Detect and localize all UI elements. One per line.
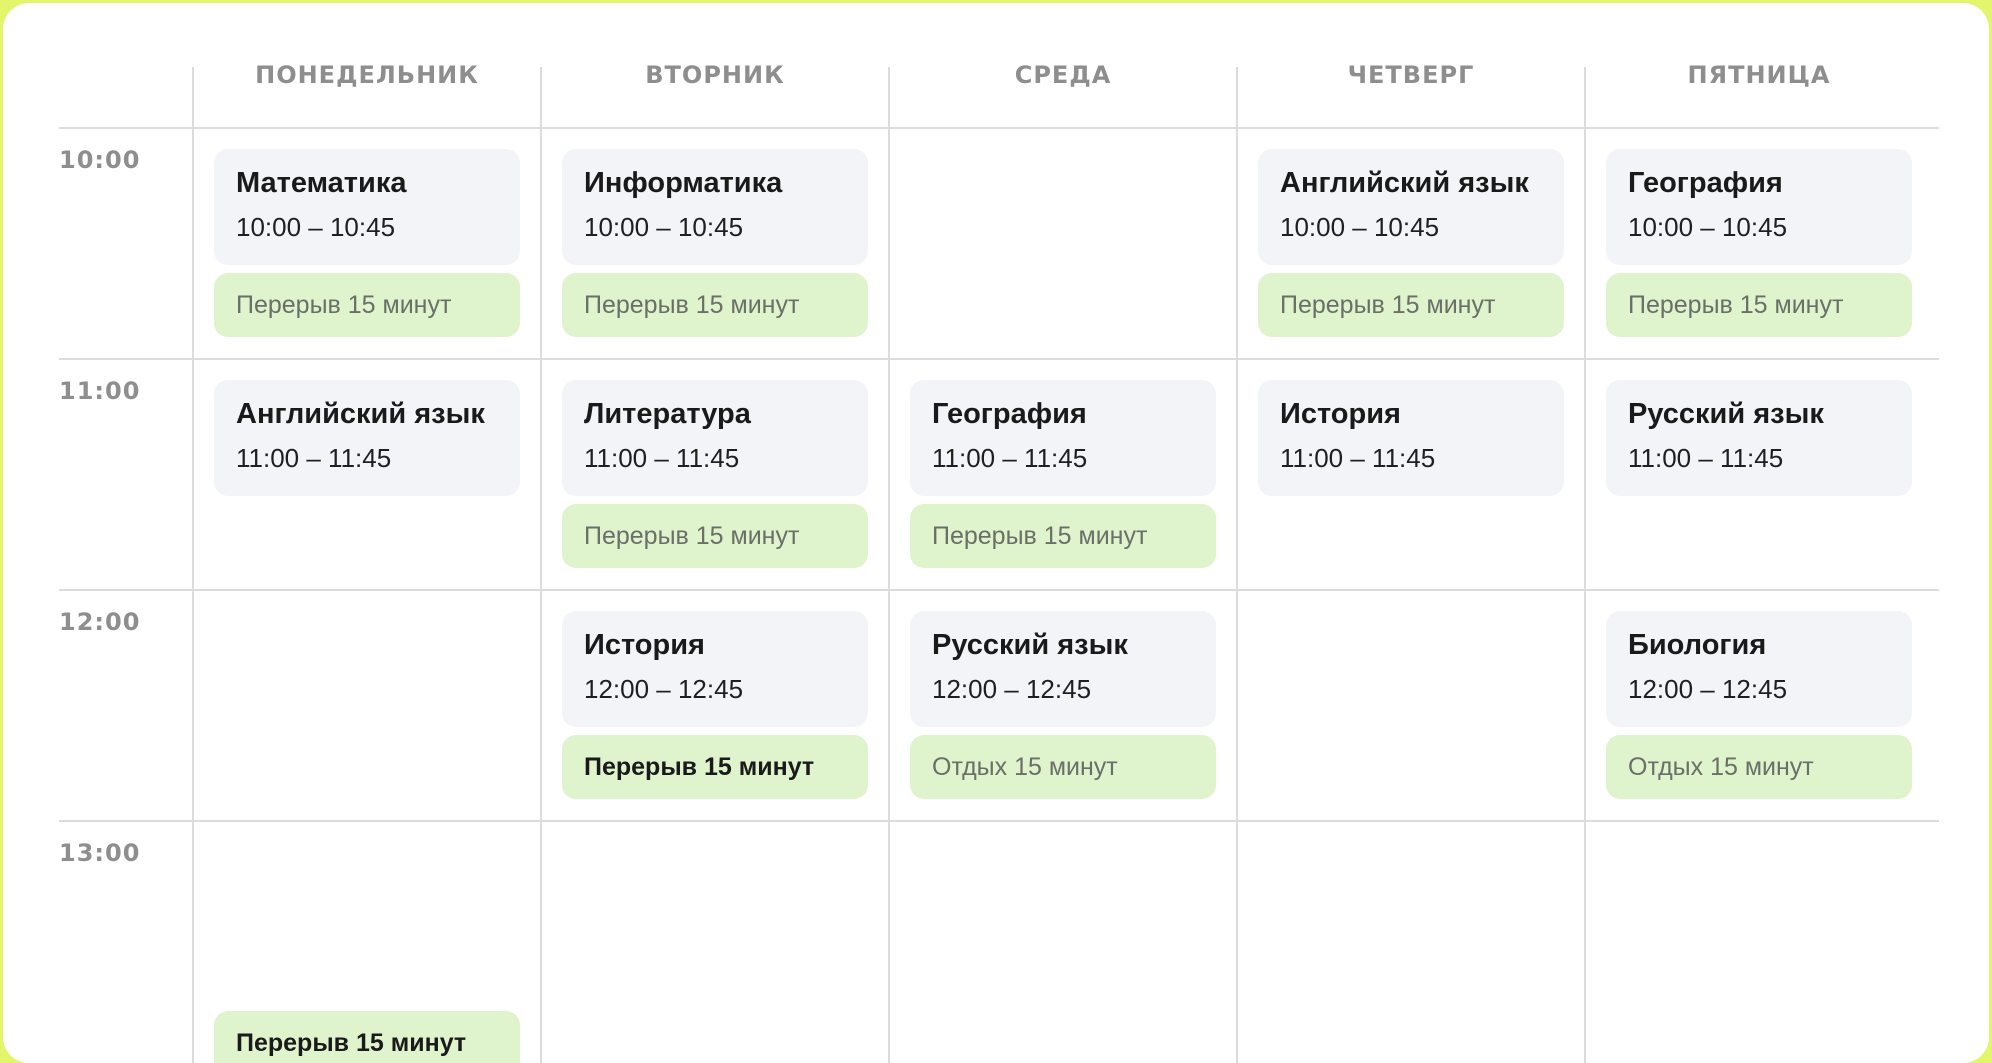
row-divider	[59, 589, 1939, 591]
lesson-time: 10:00 – 10:45	[1628, 212, 1788, 242]
lesson-title: Русский язык	[932, 629, 1128, 661]
time-label-12: 12:00	[59, 608, 141, 636]
row-divider	[59, 127, 1939, 129]
break-card[interactable]: Отдых 15 минут	[910, 735, 1216, 799]
lesson-title: Информатика	[584, 167, 783, 199]
lesson-title: Английский язык	[1280, 167, 1529, 199]
lesson-time: 12:00 – 12:45	[1628, 674, 1788, 704]
day-header-friday: ПЯТНИЦА	[1687, 61, 1831, 89]
column-divider	[1584, 67, 1586, 1063]
lesson-card[interactable]: История 12:00 – 12:45	[562, 611, 868, 727]
lesson-card[interactable]: Литература 11:00 – 11:45	[562, 380, 868, 496]
schedule-grid: ПОНЕДЕЛЬНИК ВТОРНИК СРЕДА ЧЕТВЕРГ ПЯТНИЦ…	[3, 3, 1989, 1063]
break-card[interactable]: Перерыв 15 минут	[1258, 273, 1564, 337]
lesson-card[interactable]: География 11:00 – 11:45	[910, 380, 1216, 496]
day-header-monday: ПОНЕДЕЛЬНИК	[255, 61, 479, 89]
lesson-title: Биология	[1628, 629, 1767, 661]
column-divider	[888, 67, 890, 1063]
lesson-title: История	[584, 629, 705, 661]
break-card[interactable]: Отдых 15 минут	[1606, 735, 1912, 799]
row-divider	[59, 820, 1939, 822]
row-divider	[59, 358, 1939, 360]
lesson-card[interactable]: Биология 12:00 – 12:45	[1606, 611, 1912, 727]
lesson-title: Русский язык	[1628, 398, 1824, 430]
lesson-time: 10:00 – 10:45	[584, 212, 744, 242]
lesson-title: История	[1280, 398, 1401, 430]
lesson-time: 10:00 – 10:45	[236, 212, 396, 242]
lesson-card[interactable]: Английский язык 10:00 – 10:45	[1258, 149, 1564, 265]
lesson-time: 11:00 – 11:45	[932, 443, 1088, 473]
lesson-time: 10:00 – 10:45	[1280, 212, 1440, 242]
break-card[interactable]: Перерыв 15 минут	[214, 273, 520, 337]
break-card[interactable]: Перерыв 15 минут	[562, 504, 868, 568]
lesson-card[interactable]: География 10:00 – 10:45	[1606, 149, 1912, 265]
time-label-11: 11:00	[59, 377, 141, 405]
day-header-wednesday: СРЕДА	[1014, 61, 1112, 89]
lesson-time: 12:00 – 12:45	[932, 674, 1092, 704]
break-card[interactable]: Перерыв 15 минут	[910, 504, 1216, 568]
lesson-card[interactable]: Математика 10:00 – 10:45	[214, 149, 520, 265]
column-divider	[192, 67, 194, 1063]
lesson-card[interactable]: Русский язык 12:00 – 12:45	[910, 611, 1216, 727]
lesson-title: География	[932, 398, 1087, 430]
lesson-time: 12:00 – 12:45	[584, 674, 744, 704]
lesson-title: Литература	[584, 398, 751, 430]
lesson-title: Математика	[236, 167, 407, 199]
time-label-10: 10:00	[59, 146, 141, 174]
lesson-time: 11:00 – 11:45	[236, 443, 392, 473]
lesson-card[interactable]: Информатика 10:00 – 10:45	[562, 149, 868, 265]
schedule-panel: ПОНЕДЕЛЬНИК ВТОРНИК СРЕДА ЧЕТВЕРГ ПЯТНИЦ…	[3, 3, 1989, 1063]
column-divider	[540, 67, 542, 1063]
break-card[interactable]: Перерыв 15 минут	[214, 1011, 520, 1063]
lesson-title: География	[1628, 167, 1783, 199]
break-card[interactable]: Перерыв 15 минут	[1606, 273, 1912, 337]
break-card[interactable]: Перерыв 15 минут	[562, 735, 868, 799]
lesson-card[interactable]: Английский язык 11:00 – 11:45	[214, 380, 520, 496]
lesson-card[interactable]: Русский язык 11:00 – 11:45	[1606, 380, 1912, 496]
day-header-tuesday: ВТОРНИК	[645, 61, 785, 89]
lesson-time: 11:00 – 11:45	[584, 443, 740, 473]
break-card[interactable]: Перерыв 15 минут	[562, 273, 868, 337]
lesson-card[interactable]: История 11:00 – 11:45	[1258, 380, 1564, 496]
lesson-time: 11:00 – 11:45	[1628, 443, 1784, 473]
lesson-title: Английский язык	[236, 398, 485, 430]
time-label-13: 13:00	[59, 839, 141, 867]
day-header-thursday: ЧЕТВЕРГ	[1347, 61, 1475, 89]
column-divider	[1236, 67, 1238, 1063]
lesson-time: 11:00 – 11:45	[1280, 443, 1436, 473]
